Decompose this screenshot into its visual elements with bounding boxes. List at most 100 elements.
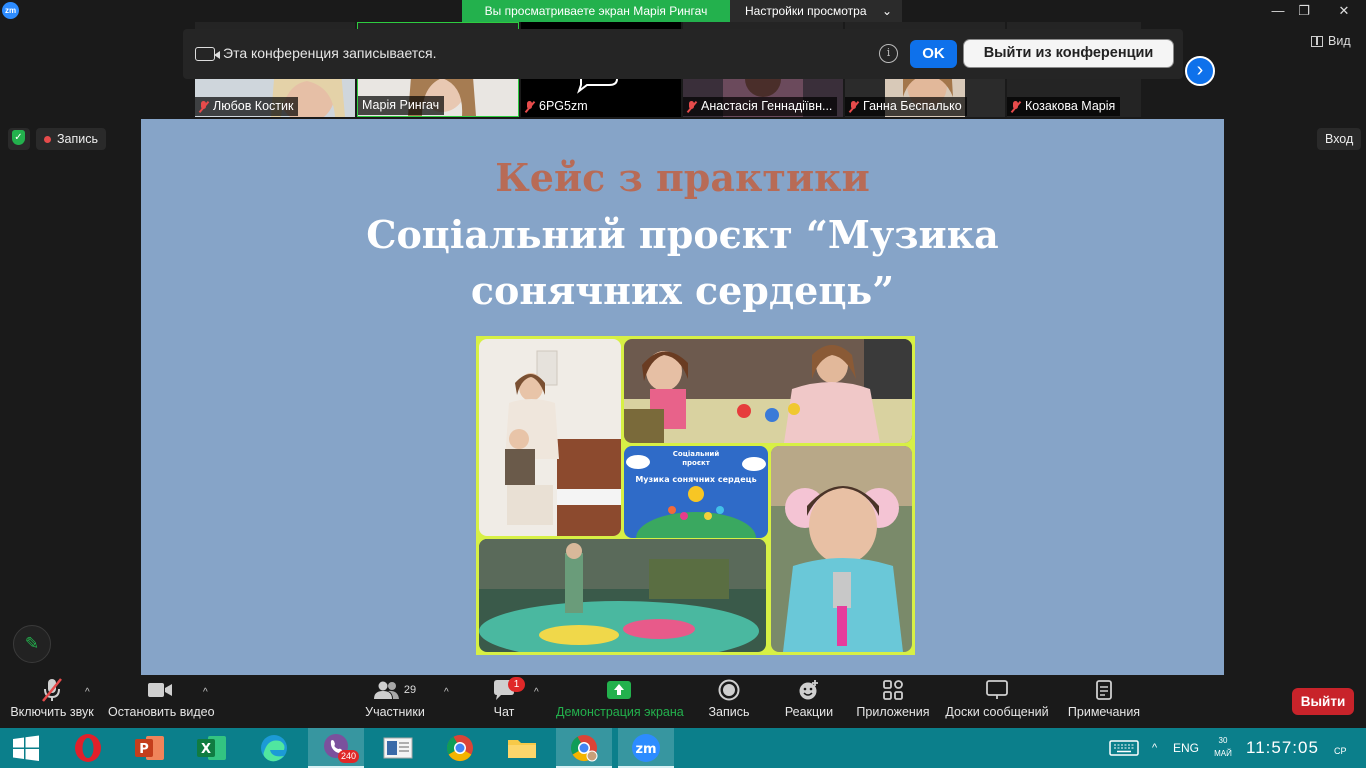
participant-name-label: Ганна Беспалько (845, 97, 967, 116)
edge-icon[interactable] (246, 728, 302, 768)
participant-name-label: Марія Рингач (358, 96, 445, 115)
participant-name: Любов Костик (213, 99, 294, 113)
date-month: МАЙ (1214, 749, 1232, 758)
logo-text-line1: Соціальний (673, 450, 720, 458)
audio-options-caret[interactable]: ^ (85, 687, 90, 698)
muted-mic-icon (849, 100, 859, 113)
participant-name-label: Анастасія Геннадіївн... (683, 97, 838, 116)
collage-photo-interactive-floor (479, 539, 766, 652)
chrome-icon[interactable] (432, 728, 488, 768)
file-explorer-icon[interactable] (494, 728, 550, 768)
zoom-logo-icon: zm (2, 2, 19, 19)
participants-label: Участники (365, 705, 425, 719)
participants-button[interactable]: 29 Участники (360, 675, 430, 728)
record-label: Запись (708, 705, 750, 719)
participant-name-label: 6PG5zm (521, 97, 593, 116)
screen-share-banner: Вы просматриваете экран Марія Рингач Нас… (462, 0, 902, 22)
share-screen-button[interactable]: Демонстрация экрана (556, 675, 684, 728)
participants-options-caret[interactable]: ^ (444, 687, 449, 698)
zoom-taskbar-icon[interactable]: zm (618, 728, 674, 768)
next-page-arrow-icon[interactable]: › (1185, 56, 1215, 86)
recording-indicator[interactable]: Запись (36, 128, 107, 150)
zoom-taskbar-label: zm (635, 742, 656, 757)
powerpoint-icon[interactable]: P (122, 728, 178, 768)
collage-photo-microphone (771, 446, 912, 652)
video-options-caret[interactable]: ^ (203, 687, 208, 698)
chrome-profile-icon[interactable] (556, 728, 612, 768)
logo-text-line2: проєкт (682, 459, 711, 467)
stop-video-label: Остановить видео (108, 705, 215, 719)
participant-name: 6PG5zm (539, 99, 588, 113)
reactions-button[interactable]: Реакции (780, 675, 838, 728)
whiteboards-label: Доски сообщений (945, 705, 1049, 719)
excel-icon[interactable]: X (184, 728, 240, 768)
windows-start-icon[interactable] (0, 728, 52, 768)
slide-title: Кейс з практики (495, 155, 870, 200)
whiteboard-icon (944, 675, 1050, 705)
record-icon (702, 675, 756, 705)
chat-unread-badge: 1 (508, 677, 525, 692)
entry-button[interactable]: Вход (1317, 128, 1362, 150)
view-settings-button[interactable]: Настройки просмотра ⌄ (730, 0, 902, 22)
language-indicator[interactable]: ENG (1173, 728, 1199, 768)
info-icon[interactable]: i (879, 44, 898, 63)
video-camera-icon (108, 675, 212, 705)
notes-icon (1066, 675, 1142, 705)
leave-conference-button[interactable]: Выйти из конференции (963, 39, 1174, 68)
participant-name: Ганна Беспалько (863, 99, 962, 113)
date-day-number: 30 (1218, 736, 1228, 745)
clock-weekday: СР (1334, 746, 1347, 756)
smiley-icon (780, 675, 838, 705)
muted-mic-icon (199, 100, 209, 113)
collage-photo-therapy (624, 339, 912, 443)
viber-icon[interactable]: 240 (308, 728, 364, 768)
close-button[interactable]: ✕ (1324, 0, 1364, 22)
minimize-button[interactable]: — (1266, 0, 1290, 22)
exit-meeting-button[interactable]: Выйти (1292, 688, 1354, 715)
unmute-label: Включить звук (10, 705, 94, 719)
reactions-label: Реакции (784, 705, 834, 719)
opera-icon[interactable] (60, 728, 116, 768)
svg-text:X: X (201, 742, 211, 757)
slide-subtitle: Соціальний проєкт “Музика сонячних серде… (366, 212, 999, 313)
project-logo: Соціальний проєкт Музика сонячних сердец… (624, 446, 768, 538)
unmute-button[interactable]: Включить звук (6, 675, 98, 728)
photo-collage: Соціальний проєкт Музика сонячних сердец… (476, 336, 915, 655)
ok-button[interactable]: OK (910, 40, 957, 68)
stop-video-button[interactable]: Остановить видео (108, 675, 215, 728)
apps-label: Приложения (856, 705, 930, 719)
restore-button[interactable]: ❐ (1292, 0, 1316, 22)
clock-time[interactable]: 11:57:05 (1246, 728, 1319, 768)
record-button[interactable]: Запись (702, 675, 756, 728)
tray-overflow-arrow[interactable]: ^ (1152, 728, 1157, 768)
share-screen-icon (556, 675, 682, 705)
pencil-icon[interactable]: ✎ (13, 625, 51, 663)
keyboard-icon[interactable] (1106, 728, 1142, 768)
recording-notification: Эта конференция записывается. i OK Выйти… (183, 29, 1183, 79)
svg-text:P: P (139, 742, 149, 757)
file-viewer-icon[interactable] (370, 728, 426, 768)
participant-name-label: Козакова Марія (1007, 97, 1121, 116)
view-button[interactable]: Вид (1311, 34, 1351, 48)
recording-label: Запись (57, 132, 99, 146)
chat-options-caret[interactable]: ^ (534, 687, 539, 698)
viber-unread-badge: 240 (338, 750, 360, 763)
whiteboards-button[interactable]: Доски сообщений (944, 675, 1050, 728)
shield-icon[interactable] (8, 128, 30, 150)
notes-button[interactable]: Примечания (1066, 675, 1142, 728)
chat-button[interactable]: 1 Чат (482, 675, 526, 728)
video-camera-icon (195, 47, 220, 61)
meeting-toolbar: Включить звук ^ Остановить видео ^ 29 Уч… (0, 675, 1366, 728)
notes-label: Примечания (1067, 705, 1141, 719)
shared-screen-slide: Кейс з практики Соціальний проєкт “Музик… (141, 119, 1224, 675)
participant-name: Козакова Марія (1025, 99, 1116, 113)
apps-icon (854, 675, 932, 705)
participants-icon: 29 (360, 675, 430, 705)
date-indicator[interactable]: 30 МАЙ (1212, 734, 1234, 760)
apps-button[interactable]: Приложения (854, 675, 932, 728)
chat-label: Чат (493, 705, 515, 719)
share-screen-label: Демонстрация экрана (556, 705, 684, 719)
muted-mic-icon (1011, 100, 1021, 113)
record-dot-icon (44, 135, 51, 143)
zoom-meeting-window: zm Вы просматриваете экран Марія Рингач … (0, 0, 1366, 768)
